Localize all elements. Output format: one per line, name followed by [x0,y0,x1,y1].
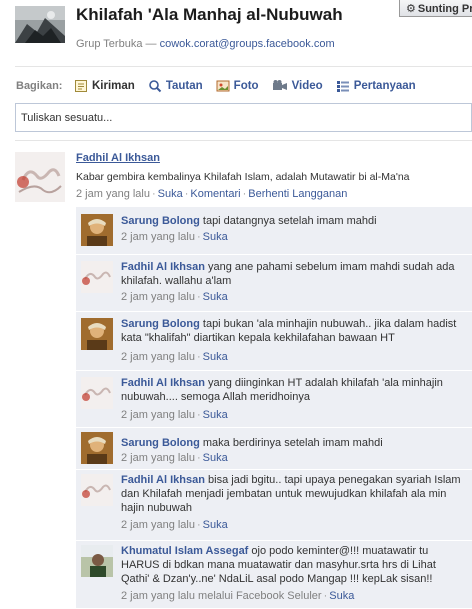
group-email-link[interactable]: cowok.corat@groups.facebook.com [160,38,335,50]
avatar[interactable] [81,545,113,577]
avatar[interactable] [15,152,65,202]
post-composer-input[interactable]: Tuliskan sesuatu... [15,103,472,132]
comment-text: Sarung Bolong tapi datangnya setelah ima… [121,215,377,227]
photo-icon [216,80,230,92]
like-link[interactable]: Suka [329,590,354,602]
share-label: Bagikan: [16,80,63,92]
avatar[interactable] [81,432,113,464]
comment-text: Sarung Bolong maka berdirinya setelah im… [121,437,383,449]
tab-video[interactable]: Video [272,79,323,93]
comment-author[interactable]: Sarung Bolong [121,215,200,227]
like-link[interactable]: Suka [203,231,228,243]
comment-link[interactable]: Komentari [190,188,240,200]
comment-meta: 2 jam yang lalu melalui Facebook Seluler… [121,590,355,602]
comment-meta: 2 jam yang lalu · Suka [121,409,228,421]
comment-item: Fadhil Al Ikhsan yang ane pahami sebelum… [76,255,472,312]
avatar[interactable] [81,261,113,293]
post-icon [75,80,87,92]
like-link[interactable]: Suka [203,351,228,363]
tab-link[interactable]: Tautan [148,79,203,93]
question-icon [336,81,349,92]
comment-item: Sarung Bolong tapi datangnya setelah ima… [76,207,472,255]
like-link[interactable]: Suka [203,409,228,421]
link-icon [149,80,162,93]
dash-separator: — [145,38,157,50]
comment-author[interactable]: Khumatul Islam Assegaf [121,545,248,557]
like-link[interactable]: Suka [158,188,183,200]
comment-item: Sarung Bolong maka berdirinya setelah im… [76,428,472,470]
comment-author[interactable]: Fadhil Al Ikhsan [121,261,205,273]
gear-icon: ⚙ [406,3,416,15]
post-meta: 2 jam yang lalu · Suka · Komentari · Berhenti … [76,188,348,200]
tab-question[interactable]: Pertanyaan [336,79,416,93]
comment-item: Fadhil Al Ikhsan yang diinginkan HT adal… [76,371,472,428]
avatar[interactable] [81,474,113,506]
group-photo[interactable] [15,6,65,43]
post-text: Kabar gembira kembalinya Khilafah Islam,… [76,171,410,183]
like-link[interactable]: Suka [203,519,228,531]
tab-post[interactable]: Kiriman [74,79,135,93]
like-link[interactable]: Suka [203,291,228,303]
avatar[interactable] [81,377,113,409]
comment-author[interactable]: Fadhil Al Ikhsan [121,377,205,389]
group-type: Grup Terbuka [76,38,143,50]
divider [15,66,472,67]
avatar[interactable] [81,318,113,350]
group-subtitle: Grup Terbuka — cowok.corat@groups.facebo… [76,38,335,50]
comment-meta: 2 jam yang lalu · Suka [121,231,228,243]
comment-author[interactable]: Sarung Bolong [121,437,200,449]
comment-author[interactable]: Sarung Bolong [121,318,200,330]
post-time[interactable]: 2 jam yang lalu [76,188,150,200]
unsubscribe-link[interactable]: Berhenti Langganan [248,188,347,200]
comment-item: Sarung Bolong tapi bukan 'ala minhajin n… [76,312,472,371]
like-link[interactable]: Suka [203,452,228,464]
comment-meta: 2 jam yang lalu · Suka [121,452,228,464]
divider [15,140,472,141]
share-tabs: Kiriman Tautan Foto Video Pertanyaan [74,77,429,95]
comment-meta: 2 jam yang lalu · Suka [121,351,228,363]
comment-text: Fadhil Al Ikhsan bisa jadi bgitu.. tapi … [121,474,461,514]
avatar[interactable] [81,214,113,246]
comment-text: Fadhil Al Ikhsan yang diinginkan HT adal… [121,377,443,403]
comment-meta: 2 jam yang lalu · Suka [121,519,228,531]
video-icon [272,80,287,90]
comment-item: Fadhil Al Ikhsan bisa jadi bgitu.. tapi … [76,470,472,541]
comment-text: Sarung Bolong tapi bukan 'ala minhajin n… [121,318,457,344]
post-author[interactable]: Fadhil Al Ikhsan [76,152,160,164]
tab-photo[interactable]: Foto [216,79,259,93]
comment-item: Khumatul Islam Assegaf ojo podo keminter… [76,541,472,609]
comment-text: Khumatul Islam Assegaf ojo podo keminter… [121,545,436,585]
comment-author[interactable]: Fadhil Al Ikhsan [121,474,205,486]
edit-profile-button[interactable]: ⚙ Sunting Pr [399,0,472,17]
group-title: Khilafah 'Ala Manhaj al-Nubuwah [76,5,343,24]
comment-meta: 2 jam yang lalu · Suka [121,291,228,303]
comment-text: Fadhil Al Ikhsan yang ane pahami sebelum… [121,261,455,287]
